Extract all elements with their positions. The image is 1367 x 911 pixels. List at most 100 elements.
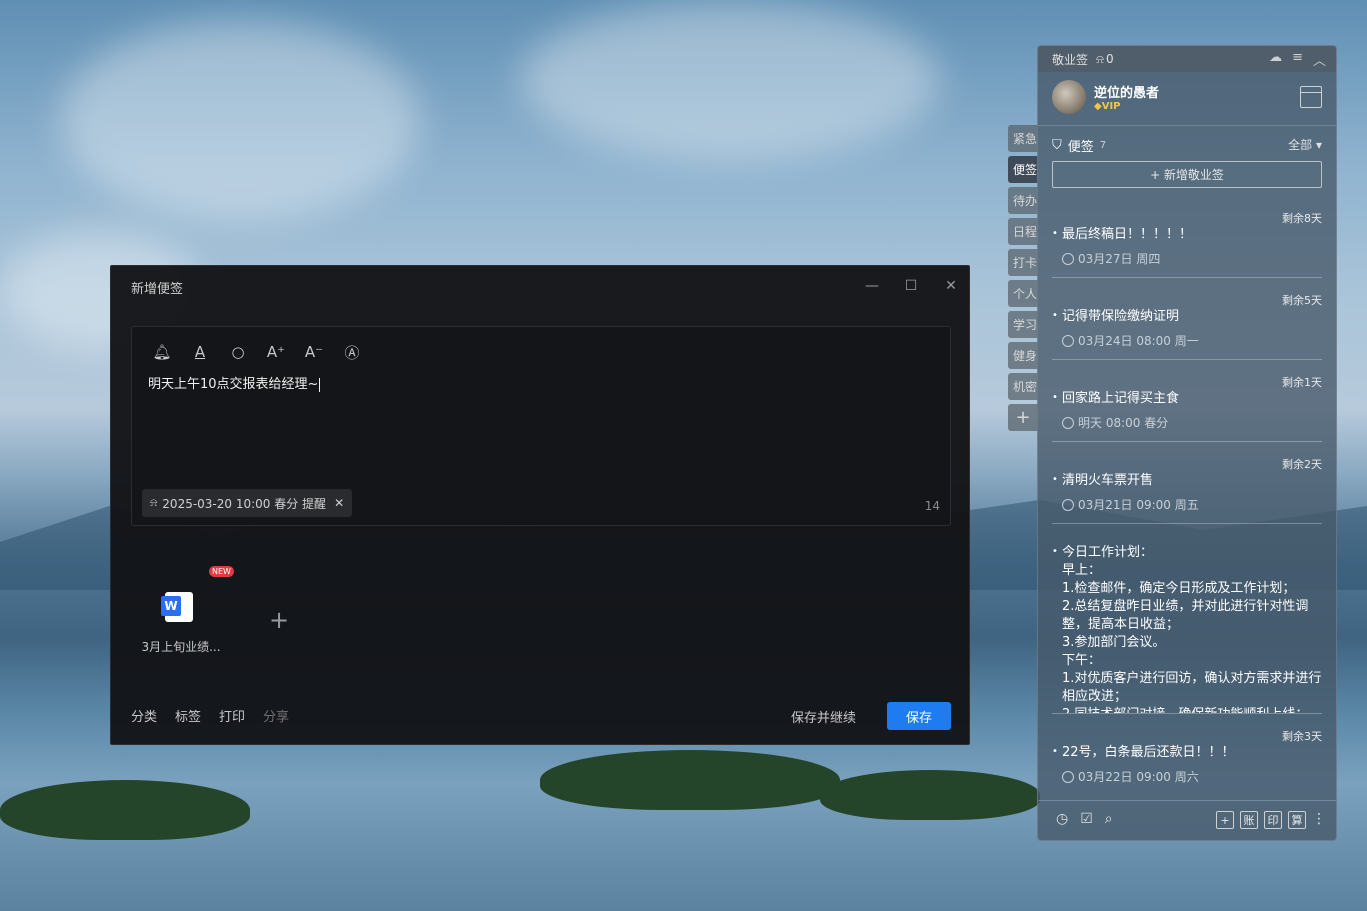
panel-controls: ☁ ≡ ︿ [1269,50,1326,69]
clock-icon [1062,416,1074,429]
cloud-sync-icon[interactable]: ☁ [1269,50,1282,69]
note-time: 03月24日 08:00 周一 [1052,332,1322,349]
font-color-icon[interactable]: A [188,341,212,363]
clock-icon [1062,498,1074,511]
save-and-continue-button[interactable]: 保存并继续 [791,707,856,726]
list-item[interactable]: 剩余1天 回家路上记得买主食 明天 08:00 春分 [1052,370,1322,442]
calculator-icon[interactable]: 算 [1288,811,1306,829]
minimize-button[interactable]: — [859,274,885,298]
new-note-window: 新增便签 — ☐ ✕ 🔔︎ A ○ A⁺ A⁻ Ⓐ 明天上午10点交报表给经理~… [110,265,970,745]
bell-icon: ⍾ [150,496,158,509]
divider [1038,125,1336,126]
note-title: 记得带保险缴纳证明 [1052,307,1322,326]
remaining-days: 剩余3天 [1282,730,1322,743]
more-icon[interactable]: ⋮ [1312,811,1326,829]
tag-link[interactable]: 标签 [175,706,201,725]
island [540,750,840,810]
notes-section-header: ⛉ 便签 7 [1052,136,1106,155]
print-link[interactable]: 打印 [219,706,245,725]
tab-urgent[interactable]: 紧急 [1008,125,1038,152]
list-item[interactable]: 剩余3天 22号，白条最后还款日！！！ 03月22日 09:00 周六 [1052,724,1322,795]
sky-cloud [60,20,420,220]
remaining-days: 剩余8天 [1282,212,1322,225]
maximize-button[interactable]: ☐ [898,274,924,298]
avatar[interactable] [1052,80,1086,114]
clock-icon [1062,252,1074,265]
format-toolbar: 🔔︎ A ○ A⁺ A⁻ Ⓐ [150,341,364,363]
close-button[interactable]: ✕ [938,274,964,298]
ledger-icon[interactable]: 账 [1240,811,1258,829]
note-title: 清明火车票开售 [1052,471,1322,490]
save-button[interactable]: 保存 [887,702,951,730]
category-link[interactable]: 分类 [131,706,157,725]
island [820,770,1040,820]
note-time-text: 03月22日 09:00 周六 [1078,770,1199,784]
list-item[interactable]: 剩余5天 记得带保险缴纳证明 03月24日 08:00 周一 [1052,288,1322,360]
archive-icon[interactable]: ☑ [1080,811,1093,827]
font-decrease-icon[interactable]: A⁻ [302,341,326,363]
note-title: 最后终稿日！！！！！ [1052,225,1322,244]
note-title: 22号，白条最后还款日！！！ [1052,743,1322,762]
sticky-notes-panel: 敬业签 ⍾ 0 ☁ ≡ ︿ 逆位的愚者 ◆VIP ⛉ 便签 7 全部 ▾ + 新… [1037,45,1337,841]
search-icon[interactable]: ⌕ [1105,811,1113,827]
clock-icon [1062,770,1074,783]
reminder-chip[interactable]: ⍾ 2025-03-20 10:00 春分 提醒 ✕ [142,489,353,517]
add-icon[interactable]: + [1216,811,1234,829]
note-title: 回家路上记得买主食 [1052,389,1322,408]
bell-icon[interactable]: ⍾ [1096,52,1104,67]
share-link[interactable]: 分享 [263,706,289,725]
add-attachment-button[interactable]: + [269,606,289,634]
window-title: 新增便签 [131,282,184,297]
print-icon[interactable]: 印 [1264,811,1282,829]
app-name: 敬业签 [1052,52,1089,67]
tab-notes[interactable]: 便签 [1008,156,1038,183]
new-note-button[interactable]: + 新增敬业签 [1052,161,1322,188]
menu-icon[interactable]: ≡ [1292,50,1303,69]
collapse-icon[interactable]: ︿ [1313,50,1326,69]
sky-cloud [520,0,940,160]
tab-fitness[interactable]: 健身 [1008,342,1038,369]
list-item[interactable]: 今日工作计划： 早上： 1.检查邮件，确定今日形成及工作计划； 2.总结复盘昨日… [1052,534,1322,714]
bookmark-icon: ⛉ [1052,138,1062,153]
tab-schedule[interactable]: 日程 [1008,218,1038,245]
remove-reminder-icon[interactable]: ✕ [334,496,344,510]
note-content: 明天上午10点交报表给经理~ [148,377,319,392]
note-time-text: 03月24日 08:00 周一 [1078,334,1199,348]
tab-checkin[interactable]: 打卡 [1008,249,1038,276]
panel-footer: ◷ ☑ ⌕ + 账 印 算 ⋮ [1038,800,1336,840]
history-icon[interactable]: ◷ [1056,811,1068,827]
search-icon[interactable]: ○ [226,341,250,363]
footer-left-icons: ◷ ☑ ⌕ [1056,811,1113,827]
vip-label: VIP [1101,101,1121,112]
remaining-days: 剩余2天 [1282,458,1322,471]
username: 逆位的愚者 [1094,86,1160,101]
note-time: 03月22日 09:00 周六 [1052,768,1322,785]
list-item[interactable]: 剩余8天 最后终稿日！！！！！ 03月27日 周四 [1052,206,1322,278]
note-time: 03月27日 周四 [1052,250,1322,267]
tab-study[interactable]: 学习 [1008,311,1038,338]
note-text[interactable]: 明天上午10点交报表给经理~ [148,373,321,392]
tab-todo[interactable]: 待办 [1008,187,1038,214]
list-item[interactable]: 剩余2天 清明火车票开售 03月21日 09:00 周五 [1052,452,1322,524]
user-profile[interactable]: 逆位的愚者 ◆VIP [1052,80,1159,114]
font-increase-icon[interactable]: A⁺ [264,341,288,363]
calendar-icon[interactable] [1300,86,1322,108]
bell-icon[interactable]: 🔔︎ [150,341,174,363]
word-doc-icon: W [161,592,193,622]
auto-format-icon[interactable]: Ⓐ [340,341,364,363]
note-time-text: 03月27日 周四 [1078,252,1161,266]
tab-personal[interactable]: 个人 [1008,280,1038,307]
new-badge: NEW [209,566,234,577]
filter-dropdown[interactable]: 全部 ▾ [1288,136,1322,153]
note-list[interactable]: 剩余8天 最后终稿日！！！！！ 03月27日 周四 剩余5天 记得带保险缴纳证明… [1052,206,1322,798]
clock-icon [1062,334,1074,347]
tab-secret[interactable]: 机密 [1008,373,1038,400]
panel-header: 敬业签 ⍾ 0 ☁ ≡ ︿ [1038,46,1336,72]
footer-right-tools: + 账 印 算 ⋮ [1216,811,1326,829]
category-tabs: 紧急 便签 待办 日程 打卡 个人 学习 健身 机密 + [1008,125,1038,435]
attachment-name: 3月上旬业绩... [141,640,221,654]
section-title: 便签 [1067,140,1094,155]
section-count: 7 [1099,140,1107,151]
add-tab-button[interactable]: + [1008,404,1038,431]
note-editor[interactable]: 🔔︎ A ○ A⁺ A⁻ Ⓐ 明天上午10点交报表给经理~ ⍾ 2025-03-… [131,326,951,526]
